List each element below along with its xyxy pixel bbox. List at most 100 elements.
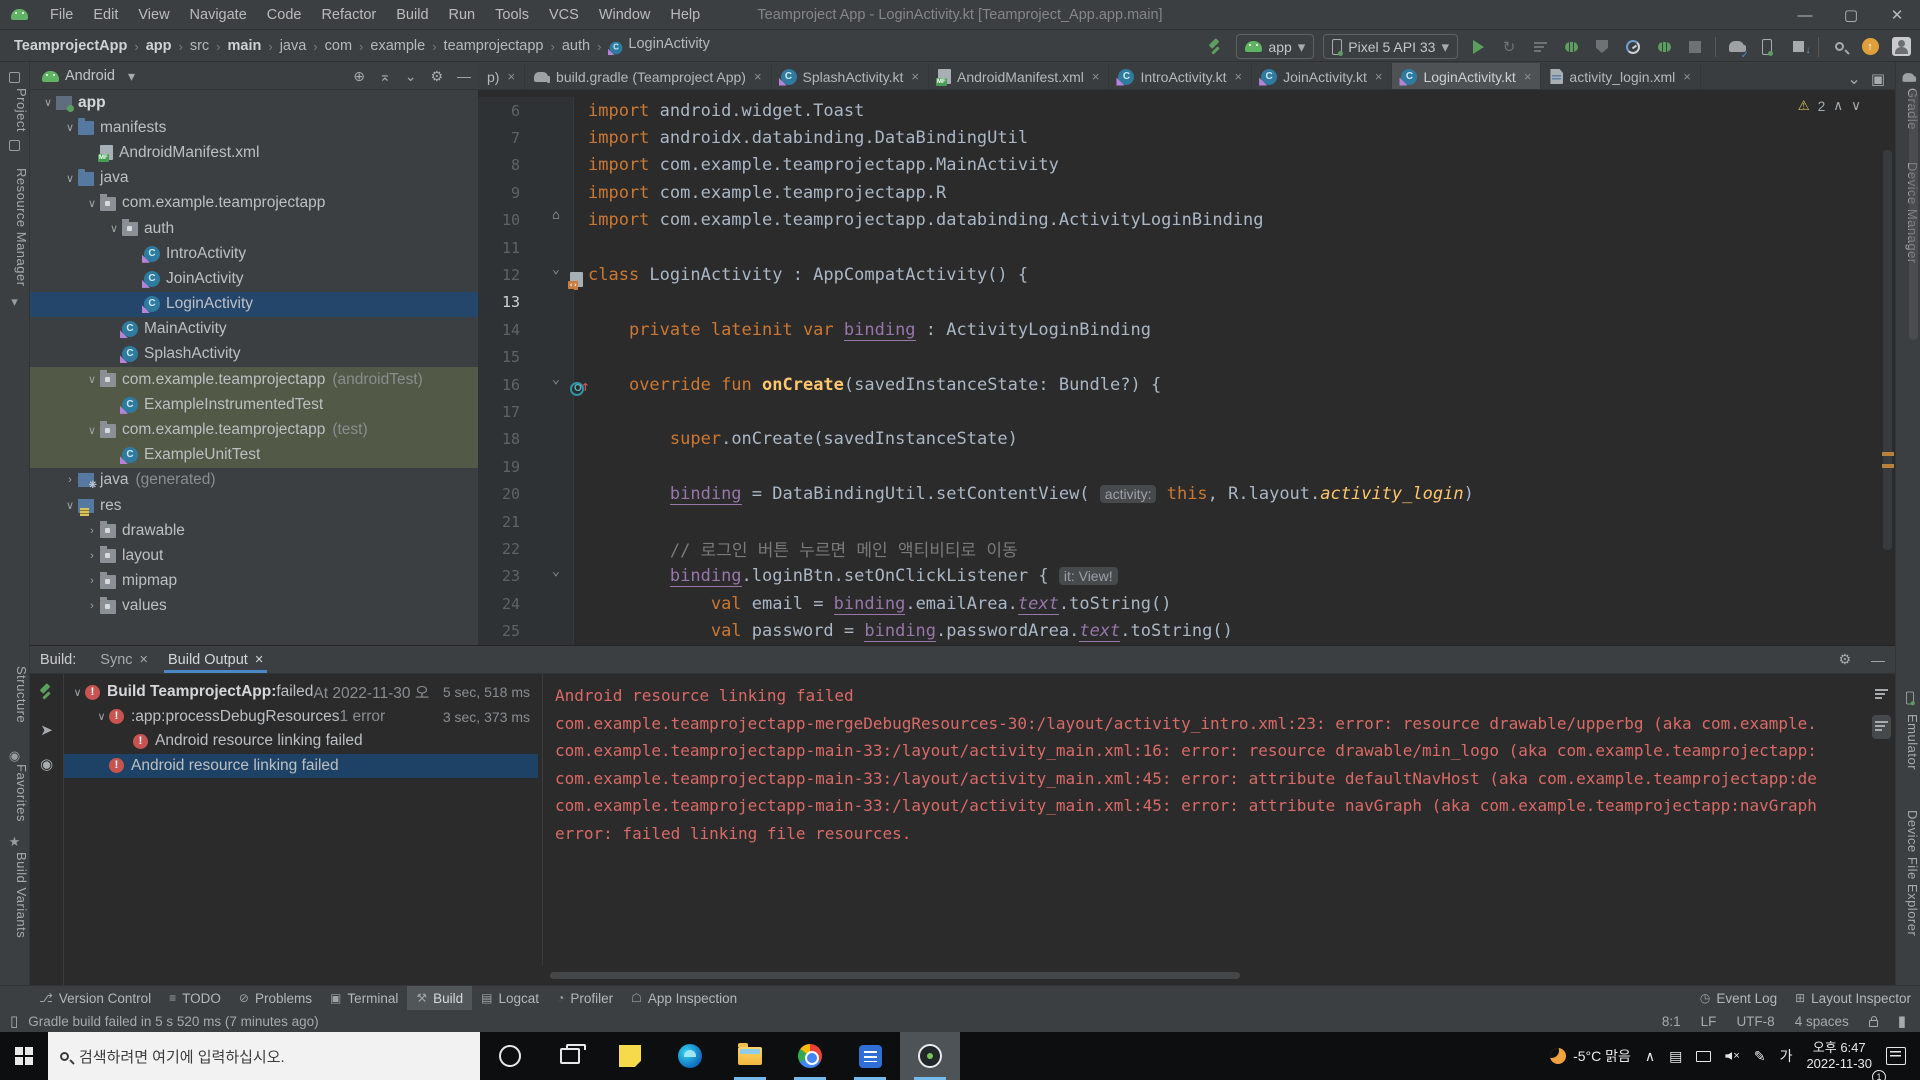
tree-chevron-icon[interactable]: › bbox=[84, 550, 100, 562]
menu-navigate[interactable]: Navigate bbox=[180, 0, 257, 30]
chrome-button[interactable] bbox=[780, 1032, 840, 1080]
code-line[interactable]: 14 private lateinit var binding : Activi… bbox=[478, 316, 1895, 344]
code-line[interactable]: 6 import android.widget.Toast bbox=[478, 97, 1895, 125]
star-icon[interactable]: ★ bbox=[7, 834, 22, 849]
stripe-structure[interactable]: Structure bbox=[0, 666, 29, 723]
stripe-favorites[interactable]: Favorites bbox=[0, 764, 29, 822]
build-tree-row[interactable]: ∨!:app:processDebugResources 1 error 3 se… bbox=[64, 705, 538, 730]
taskbar-search-box[interactable]: 검색하려면 여기에 입력하십시오. bbox=[48, 1032, 480, 1080]
tab-close-icon[interactable]: × bbox=[1683, 69, 1691, 84]
expand-all-icon[interactable]: ⌄ bbox=[405, 68, 417, 85]
run-button[interactable] bbox=[1467, 36, 1489, 58]
toolwindow-version-control[interactable]: ⎇ Version Control bbox=[30, 986, 160, 1010]
code-line[interactable]: 24 val email = binding.emailArea.text.to… bbox=[478, 590, 1895, 618]
tree-chevron-icon[interactable]: › bbox=[84, 600, 100, 612]
update-available-icon[interactable]: ↑ bbox=[1859, 36, 1881, 58]
project-tool-icon[interactable] bbox=[7, 70, 22, 85]
breadcrumb-item-main[interactable]: main bbox=[228, 38, 262, 54]
search-everywhere-icon[interactable] bbox=[1828, 36, 1850, 58]
start-button[interactable] bbox=[0, 1032, 48, 1080]
tree-item-splashactivity[interactable]: SplashActivity bbox=[30, 342, 478, 367]
inspections-widget[interactable]: ⚠ 2 ∧ ∨ bbox=[1797, 98, 1861, 114]
code-line[interactable]: 12 ⌄ class LoginActivity : AppCompatActivi… bbox=[478, 261, 1895, 290]
breadcrumb-item-com[interactable]: com bbox=[325, 38, 352, 54]
emulator-tool-icon[interactable] bbox=[1902, 690, 1917, 705]
apply-code-changes-icon[interactable] bbox=[1529, 36, 1551, 58]
indicator-icon[interactable]: ▮ bbox=[1898, 1012, 1906, 1030]
device-select[interactable]: Pixel 5 API 33 ▾ bbox=[1323, 34, 1458, 59]
tree-item-com-example-teamprojectapp[interactable]: ∨ com.example.teamprojectapp (androidTest) bbox=[30, 367, 478, 393]
avatar[interactable] bbox=[1890, 36, 1912, 58]
tree-chevron-icon[interactable]: ∨ bbox=[62, 499, 78, 512]
tree-item-exampleinstrumentedtest[interactable]: ExampleInstrumentedTest bbox=[30, 392, 478, 418]
attach-debugger-icon[interactable] bbox=[1591, 36, 1613, 58]
stripe-project[interactable]: Project bbox=[0, 88, 29, 132]
activity-gutter-icon[interactable] bbox=[568, 271, 583, 290]
code-line[interactable]: 25 val password = binding.passwordArea.t… bbox=[478, 617, 1895, 645]
menu-window[interactable]: Window bbox=[589, 0, 661, 30]
code-editor[interactable]: 6 import android.widget.Toast 7 import andr… bbox=[478, 90, 1895, 645]
tree-item-com-example-teamprojectapp[interactable]: ∨ com.example.teamprojectapp (test) bbox=[30, 417, 478, 443]
tree-chevron-icon[interactable]: › bbox=[84, 525, 100, 537]
collapse-all-icon[interactable]: ⌅ bbox=[379, 68, 391, 85]
toolwindow-build[interactable]: ⚒ Build bbox=[407, 986, 473, 1010]
tree-item-res[interactable]: ∨ res bbox=[30, 493, 478, 518]
tree-chevron-icon[interactable]: ∨ bbox=[106, 222, 122, 235]
breadcrumb-item-java[interactable]: java bbox=[280, 38, 307, 54]
code-line[interactable]: 10 ⌂ import com.example.teamprojectapp.dat… bbox=[478, 206, 1895, 234]
fold-marker-icon[interactable]: ⌄ bbox=[552, 564, 560, 579]
tab-introactivity-kt[interactable]: IntroActivity.kt × bbox=[1109, 63, 1253, 89]
profile-debuggable-icon[interactable] bbox=[1653, 36, 1675, 58]
code-line[interactable]: 23 ⌄ binding.loginBtn.setOnClickListener … bbox=[478, 562, 1895, 591]
apply-changes-icon[interactable]: ↻ bbox=[1498, 36, 1520, 58]
cortana-button[interactable] bbox=[480, 1032, 540, 1080]
tree-chevron-icon[interactable]: ∨ bbox=[62, 172, 78, 185]
project-tree-scrollbar[interactable] bbox=[1909, 90, 1918, 340]
lock-icon[interactable] bbox=[1868, 1015, 1878, 1027]
tab-build-gradle-teamproject-app-[interactable]: build.gradle (Teamproject App) × bbox=[525, 63, 772, 89]
code-line[interactable]: 17 bbox=[478, 398, 1895, 426]
stripe-device-file-explorer[interactable]: Device File Explorer bbox=[1896, 810, 1920, 936]
tree-item-exampleunittest[interactable]: ExampleUnitTest bbox=[30, 442, 478, 468]
hide-panel-icon[interactable]: — bbox=[1871, 652, 1885, 668]
build-tree-row[interactable]: ∨! Build TeamprojectApp: failed At 2022-1… bbox=[64, 680, 538, 705]
tree-item-androidmanifest-xml[interactable]: AndroidManifest.xml bbox=[30, 140, 478, 165]
code-line[interactable]: 11 bbox=[478, 233, 1895, 262]
tab-close-icon[interactable]: × bbox=[140, 652, 148, 668]
bookmark-icon[interactable]: ▾ bbox=[7, 294, 22, 309]
tree-item-java[interactable]: ∨ java bbox=[30, 166, 478, 191]
sdk-manager-icon[interactable] bbox=[1787, 36, 1811, 58]
sticky-notes-button[interactable] bbox=[600, 1032, 660, 1080]
tab-activity-login-xml[interactable]: activity_login.xml × bbox=[1541, 63, 1701, 89]
stripe-resource-manager[interactable]: Resource Manager bbox=[0, 168, 29, 287]
status-8-1[interactable]: 8:1 bbox=[1662, 1014, 1681, 1029]
maximize-button[interactable]: ▢ bbox=[1828, 0, 1874, 30]
tree-chevron-icon[interactable]: ∨ bbox=[94, 710, 109, 723]
breadcrumb-item-app[interactable]: app bbox=[146, 38, 172, 54]
code-line[interactable]: 21 bbox=[478, 507, 1895, 536]
menu-build[interactable]: Build bbox=[386, 0, 438, 30]
settings-gear-icon[interactable]: ⚙ bbox=[430, 68, 443, 85]
tree-chevron-icon[interactable]: ∨ bbox=[84, 373, 100, 386]
warning-stripe-mark[interactable] bbox=[1882, 452, 1894, 456]
build-tab-build-output[interactable]: Build Output × bbox=[158, 646, 273, 673]
build-tree-row[interactable]: ! Android resource linking failed bbox=[64, 753, 538, 778]
settings-gear-icon[interactable]: ⚙ bbox=[1838, 651, 1851, 668]
toolwindow-problems[interactable]: ⊘ Problems bbox=[230, 986, 321, 1010]
fold-marker-icon[interactable]: ⌂ bbox=[552, 208, 560, 223]
ime-panel-icon[interactable]: ▤ bbox=[1662, 1032, 1689, 1080]
stop-button[interactable] bbox=[1684, 36, 1706, 58]
soft-wrap-icon[interactable] bbox=[1875, 686, 1888, 703]
tree-chevron-icon[interactable]: ∨ bbox=[84, 197, 100, 210]
volume-muted-icon[interactable]: × bbox=[1718, 1032, 1746, 1080]
breadcrumb-item-auth[interactable]: auth bbox=[562, 38, 590, 54]
korean-ime-indicator[interactable]: 가 bbox=[1773, 1032, 1800, 1080]
locate-file-icon[interactable]: ⊕ bbox=[353, 68, 365, 85]
toolwindow-profiler[interactable]: ◔ Profiler bbox=[548, 986, 622, 1010]
tab-close-icon[interactable]: × bbox=[1524, 69, 1532, 84]
network-icon[interactable] bbox=[1689, 1032, 1718, 1080]
fold-marker-icon[interactable]: ⌄ bbox=[552, 372, 560, 387]
android-studio-button[interactable] bbox=[900, 1032, 960, 1080]
stripe-emulator[interactable]: Emulator bbox=[1896, 714, 1920, 770]
chevron-down-icon[interactable]: ▾ bbox=[128, 68, 135, 85]
